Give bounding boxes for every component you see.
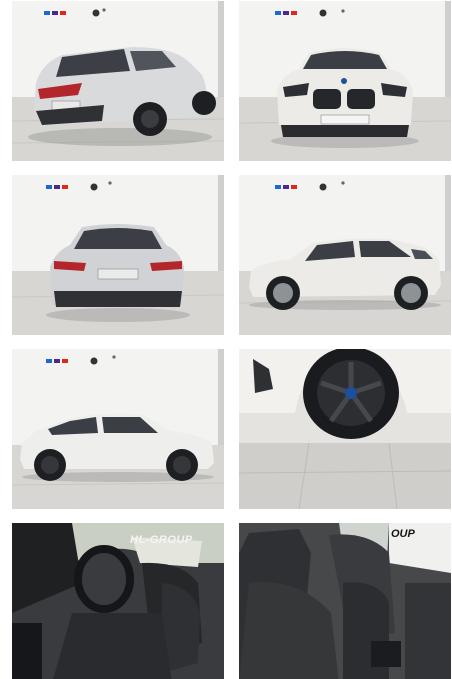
photo-gallery: HL-GROUP OUP [0, 0, 452, 679]
interior-front-seats-image: OUP [239, 523, 451, 679]
car-front-image [239, 1, 451, 161]
dealer-watermark-partial: OUP [391, 528, 416, 540]
photo-side-left[interactable] [12, 349, 224, 509]
wheel-detail-image [239, 349, 451, 509]
car-side-profile-image [239, 175, 451, 335]
car-side-left-image [12, 349, 224, 509]
photo-side-profile[interactable] [239, 175, 451, 335]
photo-interior-front-seats[interactable]: OUP [239, 523, 451, 679]
photo-rear-three-quarter[interactable] [12, 1, 224, 161]
interior-driver-image: HL-GROUP [12, 523, 224, 679]
photo-rear[interactable] [12, 175, 224, 335]
photo-interior-driver[interactable]: HL-GROUP [12, 523, 224, 679]
car-rear-image [12, 175, 224, 335]
photo-front[interactable] [239, 1, 451, 161]
car-rear-three-quarter-image [12, 1, 224, 161]
photo-wheel-detail[interactable] [239, 349, 451, 509]
